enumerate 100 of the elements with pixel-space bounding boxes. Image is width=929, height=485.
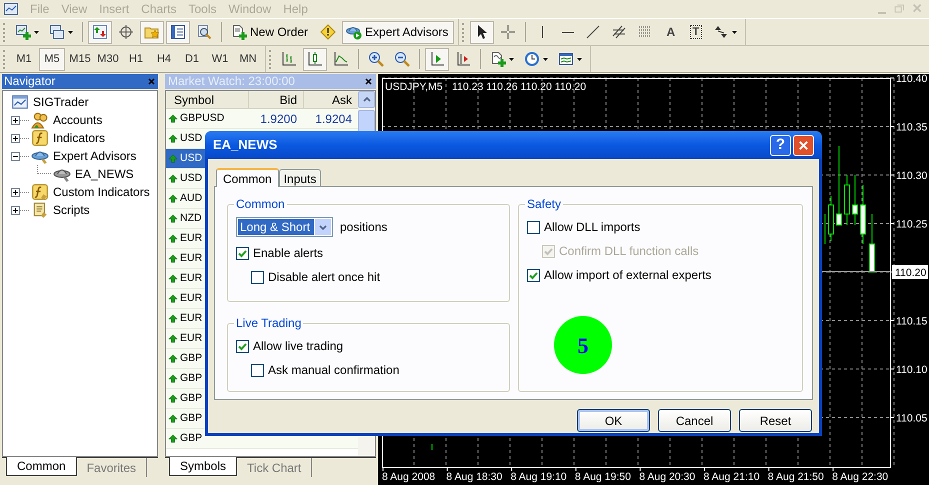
expand-icon[interactable] <box>11 116 20 124</box>
price-label: 110.15 <box>896 316 928 328</box>
expert-advisors-button[interactable]: Expert Advisors <box>342 20 454 44</box>
checkbox-label[interactable]: Disable alert once hit <box>268 268 380 286</box>
timeframe-button[interactable]: MN <box>235 48 261 70</box>
windows-icon <box>49 24 65 40</box>
dialog-title: EA_NEWS <box>213 136 278 154</box>
tree-item[interactable]: Expert Advisors <box>53 147 136 165</box>
warning-icon <box>320 24 336 40</box>
window-plus-icon <box>15 24 31 40</box>
tree-item[interactable]: Scripts <box>53 201 90 219</box>
positions-dropdown[interactable]: Long & Short <box>236 217 333 237</box>
timeframe-button[interactable]: M15 <box>67 48 93 70</box>
crosshair-circle-icon <box>118 24 134 40</box>
timeframe-button[interactable]: W1 <box>207 48 233 70</box>
price-label: 110.25 <box>896 218 928 230</box>
group-title: Common <box>235 196 286 213</box>
expand-icon[interactable] <box>11 188 20 196</box>
market-watch-button[interactable] <box>88 20 112 44</box>
cursor-button[interactable] <box>470 20 494 44</box>
time-label: 8 Aug 22:30 <box>832 471 888 483</box>
tree-item[interactable]: Custom Indicators <box>53 183 150 201</box>
shift-axis-icon <box>455 51 471 67</box>
close-button[interactable] <box>793 134 814 156</box>
timeframe-button[interactable]: H4 <box>151 48 177 70</box>
caret-icon <box>577 58 582 60</box>
checkbox[interactable] <box>251 364 264 376</box>
time-label: 8 Aug 20:30 <box>639 471 696 483</box>
group-title: Live Trading <box>235 315 302 332</box>
checkbox-label[interactable]: Ask manual confirmation <box>268 361 400 379</box>
dialog-tab[interactable]: Common <box>216 168 279 187</box>
symbol-name: GBPUSD <box>180 110 224 126</box>
symbol-name: GBP <box>180 410 202 426</box>
tree-item[interactable]: SIGTrader <box>33 93 89 111</box>
help-button[interactable]: ? <box>770 134 791 156</box>
timeframe-button[interactable]: M1 <box>11 48 37 70</box>
chart-prices: 110.23 110.26 110.20 110.20 <box>452 81 586 93</box>
panel-tab[interactable]: Favorites <box>76 458 148 477</box>
crosshair-icon <box>500 24 516 40</box>
column-header[interactable]: Symbol <box>166 91 248 108</box>
symbol-name: GBP <box>180 390 202 406</box>
symbol-row[interactable]: GBPUSD 1.9200 1.9204 <box>166 109 358 129</box>
label-tool-button[interactable]: T <box>684 20 708 44</box>
price-label: 110.30 <box>896 170 928 182</box>
candlestick-icon <box>307 51 323 67</box>
expand-icon[interactable] <box>11 206 20 214</box>
price-label: 110.10 <box>896 364 928 376</box>
price-label: 110.05 <box>896 412 928 424</box>
chevron-down-icon <box>319 224 327 230</box>
timeframe-button[interactable]: D1 <box>179 48 205 70</box>
dialog-button[interactable]: Cancel <box>658 409 731 432</box>
tree-item[interactable]: EA_NEWS <box>75 165 134 183</box>
checkbox[interactable] <box>236 246 249 260</box>
checkbox-label[interactable]: Allow DLL imports <box>544 218 640 236</box>
time-label: 8 Aug 18:30 <box>446 471 502 483</box>
panel-tab[interactable]: Common <box>6 457 77 476</box>
autoscroll-button[interactable] <box>425 48 449 70</box>
list-window-icon <box>170 24 186 40</box>
dialog-tab[interactable]: Inputs <box>278 169 322 186</box>
zoom-out-icon <box>394 51 410 67</box>
panel-tab[interactable]: Symbols <box>169 457 238 476</box>
timeframe-button[interactable]: H1 <box>123 48 149 70</box>
checkbox[interactable] <box>527 220 540 234</box>
price-line <box>822 271 890 272</box>
timeframe-button[interactable]: M30 <box>95 48 121 70</box>
group-title: Safety <box>526 196 562 213</box>
terminal-button[interactable] <box>166 20 190 44</box>
dialog-button[interactable]: Reset <box>739 409 812 432</box>
tree-item[interactable]: Accounts <box>53 111 102 129</box>
panel-tab[interactable]: Tick Chart <box>237 458 312 478</box>
caret-icon <box>543 58 548 60</box>
checkbox[interactable] <box>236 340 249 352</box>
caret-icon <box>68 30 73 34</box>
symbol-name: EUR <box>180 290 202 306</box>
symbol-name: EUR <box>180 270 202 286</box>
symbol-name: AUD <box>180 190 202 206</box>
scroll-up-button[interactable] <box>358 91 375 108</box>
tree-item[interactable]: Indicators <box>53 129 106 147</box>
checkbox-label[interactable]: Allow import of external experts <box>544 266 712 284</box>
play-axis-icon <box>429 51 445 67</box>
checkbox[interactable] <box>527 268 540 282</box>
candlestick-button[interactable] <box>303 48 327 70</box>
dialog-button[interactable]: OK <box>577 409 650 432</box>
minimize-icon <box>878 12 886 14</box>
checkbox[interactable] <box>251 270 264 284</box>
expand-icon[interactable] <box>11 134 20 142</box>
time-label: 8 Aug 21:50 <box>768 471 824 483</box>
symbol-name: EUR <box>180 230 202 246</box>
symbol-name: GBP <box>180 370 202 386</box>
column-header[interactable]: Bid <box>248 91 303 108</box>
navigator-button[interactable] <box>140 20 164 44</box>
checkbox-label[interactable]: Enable alerts <box>253 244 324 262</box>
timeframe-button[interactable]: M5 <box>39 48 65 70</box>
text-tool-button[interactable]: A <box>659 20 682 44</box>
collapse-icon[interactable] <box>11 152 20 160</box>
checkbox-label[interactable]: Allow live trading <box>253 337 344 355</box>
chart-symbol: USDJPY,M5 <box>385 81 443 93</box>
symbol-name: GBP <box>180 350 202 366</box>
line-chart-icon <box>333 51 349 67</box>
new-order-button[interactable]: New Order <box>227 20 314 44</box>
